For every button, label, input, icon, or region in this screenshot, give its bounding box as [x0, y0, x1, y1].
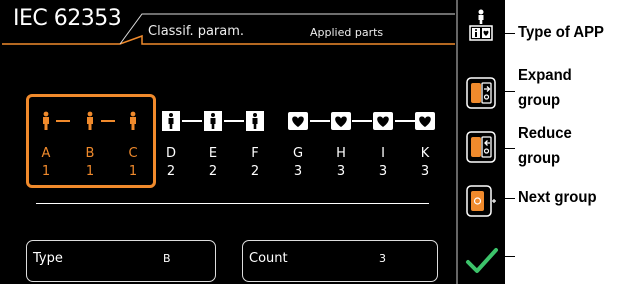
group-connector	[56, 120, 70, 122]
person-box-icon[interactable]	[244, 110, 266, 132]
applied-part-label: D	[165, 146, 176, 161]
next-group-icon	[466, 185, 496, 217]
callout-line	[503, 33, 515, 34]
applied-part-label: K	[420, 146, 430, 161]
group-number: 1	[85, 164, 95, 179]
annotation-expand-line1: Expand	[518, 67, 572, 84]
callout-line	[503, 198, 515, 199]
next-group-button[interactable]	[465, 184, 497, 218]
count-field-label: Count	[249, 251, 288, 266]
type-field-label: Type	[33, 251, 63, 266]
annotation-next-group: Next group	[518, 189, 597, 206]
heart-box-icon[interactable]	[372, 110, 394, 132]
type-field[interactable]: Type B	[26, 240, 216, 282]
heart-box-icon[interactable]	[330, 110, 352, 132]
applied-part-label: I	[381, 146, 385, 161]
group-connector	[395, 120, 415, 122]
group-number: 2	[208, 164, 218, 179]
divider	[36, 203, 429, 204]
group-connector	[352, 120, 372, 122]
group-number: 3	[336, 164, 346, 179]
reduce-group-button[interactable]	[465, 130, 497, 164]
person-icon[interactable]	[122, 110, 144, 132]
device-screen: IEC 62353 Classif. param. Applied parts	[0, 0, 505, 284]
sidebar-divider	[456, 0, 458, 284]
expand-group-icon	[466, 77, 496, 109]
annotation-type-of-app: Type of APP	[518, 24, 604, 41]
header-tab-outline	[2, 13, 455, 45]
group-number: 3	[420, 164, 430, 179]
person-box-icon[interactable]	[202, 110, 224, 132]
header-subtitle: Applied parts	[310, 26, 384, 39]
tab-classif-param[interactable]: Classif. param.	[148, 24, 244, 39]
callout-line	[503, 91, 515, 92]
group-connector	[310, 120, 330, 122]
group-number: 2	[166, 164, 176, 179]
applied-part-label: H	[336, 146, 346, 161]
person-icon[interactable]	[79, 110, 101, 132]
person-box-icon[interactable]	[160, 110, 182, 132]
applied-part-label: C	[128, 146, 138, 161]
check-icon	[466, 248, 498, 273]
person-icon[interactable]	[35, 110, 57, 132]
annotation-reduce-line2: group	[518, 150, 561, 167]
type-field-value: B	[163, 252, 171, 265]
group-number: 2	[250, 164, 260, 179]
type-of-app-button[interactable]	[465, 8, 497, 42]
group-number: 3	[378, 164, 388, 179]
group-connector	[182, 120, 202, 122]
annotation-expand-line2: group	[518, 92, 561, 109]
group-connector	[101, 120, 115, 122]
applied-part-label: B	[85, 146, 95, 161]
group-number: 3	[293, 164, 303, 179]
callout-line	[503, 256, 515, 257]
reduce-group-icon	[466, 131, 496, 163]
applied-part-label: A	[41, 146, 51, 161]
heart-box-icon[interactable]	[287, 110, 309, 132]
applied-part-label: E	[208, 146, 218, 161]
applied-part-label: G	[292, 146, 304, 161]
callout-line	[503, 148, 515, 149]
confirm-button[interactable]	[462, 240, 502, 280]
group-number: 1	[41, 164, 51, 179]
count-field-value: 3	[379, 252, 386, 265]
group-connector	[224, 120, 244, 122]
app-type-icon	[469, 9, 493, 41]
group-number: 1	[128, 164, 138, 179]
annotation-reduce-line1: Reduce	[518, 125, 572, 142]
expand-group-button[interactable]	[465, 76, 497, 110]
heart-box-icon[interactable]	[414, 110, 436, 132]
count-field[interactable]: Count 3	[242, 240, 438, 282]
applied-part-label: F	[251, 146, 259, 161]
